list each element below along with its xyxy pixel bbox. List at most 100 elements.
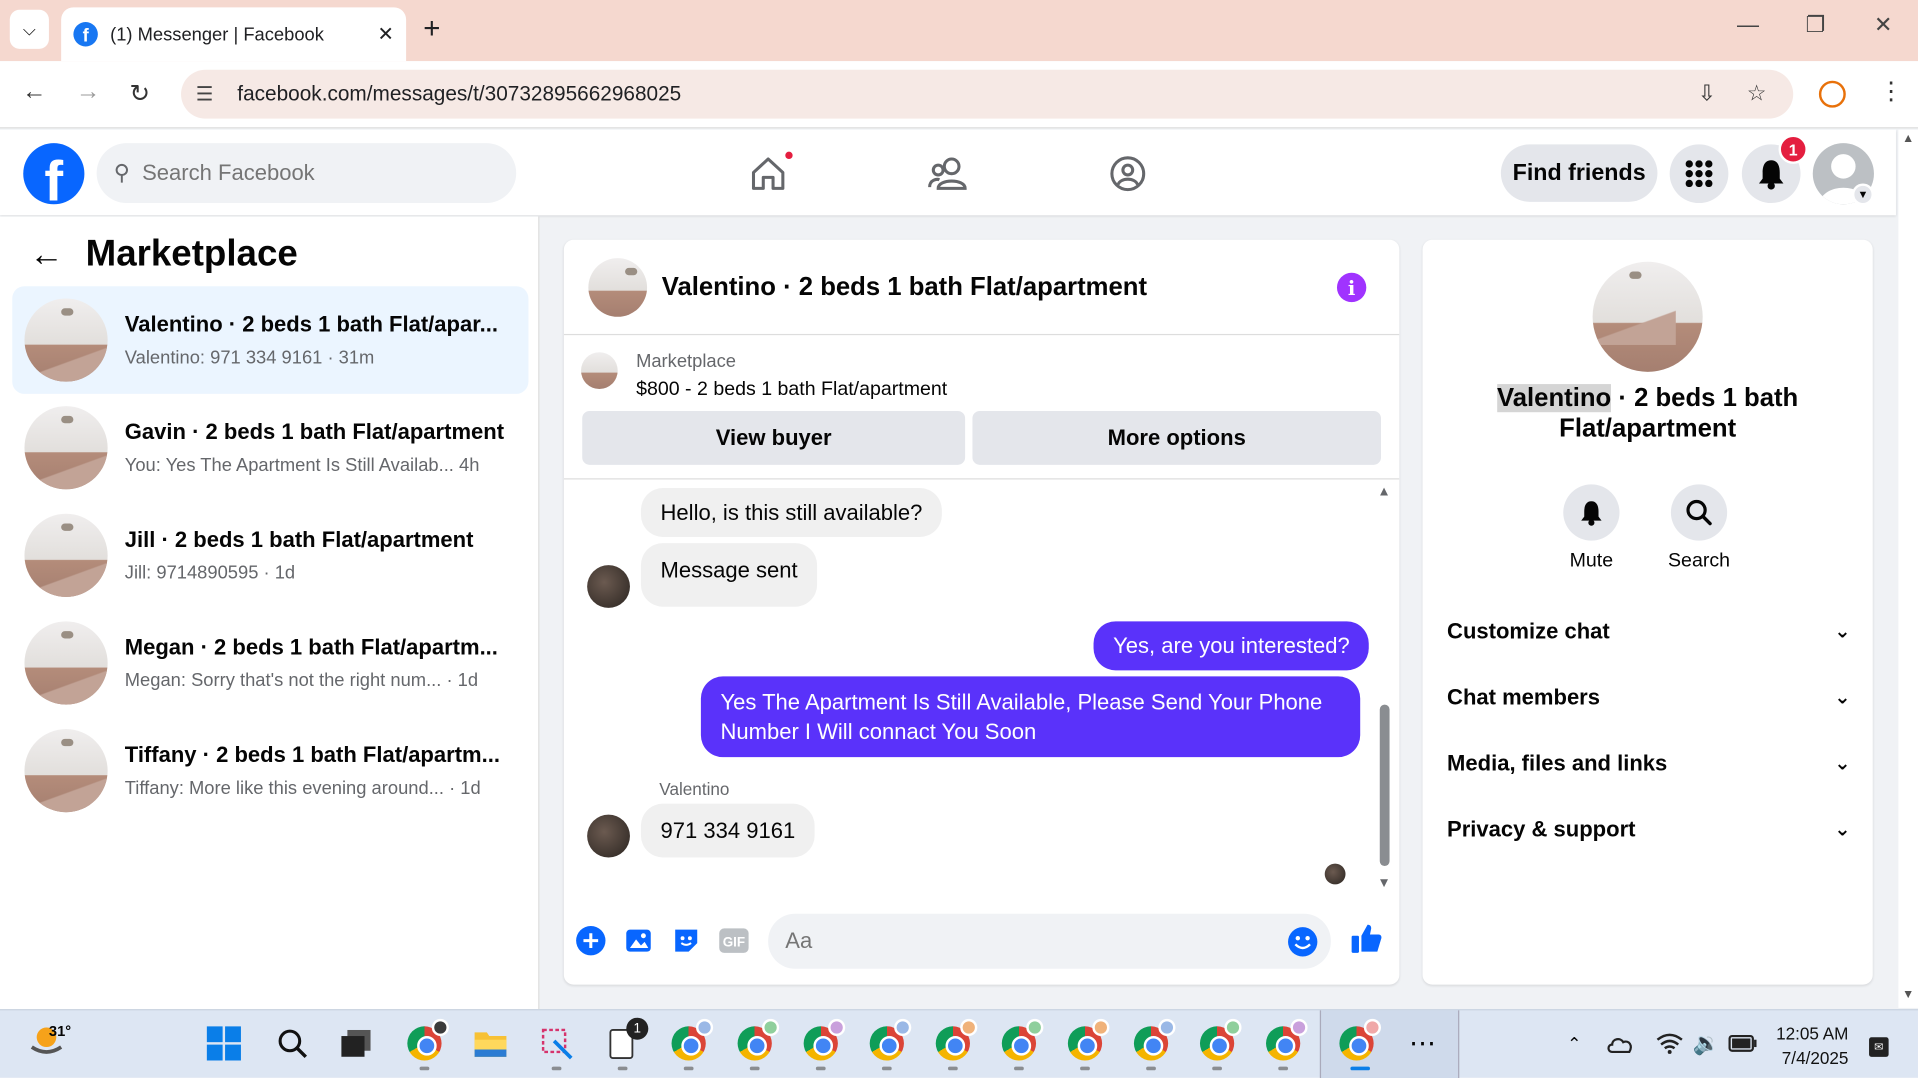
onedrive-cloud-icon[interactable] [1602, 1025, 1639, 1062]
incoming-message[interactable]: Message sent [640, 543, 818, 607]
notifications-button[interactable]: 1 [1741, 134, 1808, 204]
page-scrollbar[interactable]: ▲ ▼ [1898, 129, 1918, 1008]
search-conversation-icon[interactable] [1670, 484, 1728, 541]
gif-icon[interactable]: GIF [718, 925, 750, 957]
home-nav-icon[interactable] [746, 149, 796, 196]
taskbar-search-icon[interactable] [274, 1025, 311, 1062]
close-tab-icon[interactable]: ✕ [377, 22, 393, 46]
account-caret-icon[interactable]: ▼ [1851, 183, 1874, 206]
system-clock[interactable]: 12:05 AM 7/4/2025 [1776, 1021, 1848, 1070]
listing-small-thumbnail[interactable] [581, 352, 618, 389]
chrome-window-icon[interactable] [1133, 1018, 1176, 1062]
details-listing-photo[interactable] [1592, 261, 1703, 372]
tab-search-button[interactable]: ⌵ [9, 9, 49, 49]
customize-chat-section[interactable]: Customize chat ⌄ [1447, 613, 1851, 650]
chrome-window-icon[interactable] [1067, 1018, 1110, 1062]
thread-item-jill[interactable]: Jill · 2 beds 1 bath Flat/apartment Jill… [12, 502, 528, 610]
media-files-links-section[interactable]: Media, files and links ⌄ [1447, 745, 1851, 782]
page-scroll-down-icon[interactable]: ▼ [1902, 988, 1914, 1001]
facebook-logo-icon[interactable]: f [23, 143, 85, 205]
task-view-icon[interactable] [338, 1025, 375, 1062]
restore-icon[interactable]: ❐ [1805, 12, 1825, 38]
scroll-down-icon[interactable]: ▼ [1377, 876, 1390, 891]
sender-avatar[interactable] [587, 814, 630, 858]
minimize-icon[interactable]: — [1737, 12, 1759, 38]
info-icon[interactable]: i [1336, 272, 1367, 303]
incoming-message[interactable]: 971 334 9161 [640, 803, 815, 858]
thread-item-megan[interactable]: Megan · 2 beds 1 bath Flat/apartm... Meg… [12, 609, 528, 717]
message-composer: GIF [564, 908, 1399, 985]
chrome-window-icon[interactable] [736, 1018, 780, 1062]
omnibox[interactable]: ☰ facebook.com/messages/t/30732895662968… [181, 69, 1794, 119]
chrome-window-icon[interactable] [1265, 1018, 1308, 1062]
browser-tab[interactable]: f (1) Messenger | Facebook ✕ [61, 7, 407, 62]
mute-action[interactable]: Mute [1542, 484, 1640, 572]
plus-icon[interactable] [575, 925, 607, 957]
wifi-icon[interactable] [1651, 1025, 1688, 1062]
taskbar-chrome-icon[interactable] [406, 1018, 449, 1062]
search-input[interactable] [142, 160, 461, 186]
more-apps-icon[interactable]: ⋯ [1404, 1025, 1441, 1062]
outgoing-message[interactable]: Yes The Apartment Is Still Available, Pl… [700, 676, 1361, 758]
chat-title[interactable]: Valentino · 2 beds 1 bath Flat/apartment [662, 272, 1147, 301]
start-windows-icon[interactable] [205, 1025, 242, 1062]
running-indicator [1146, 1066, 1156, 1071]
page-scroll-up-icon[interactable]: ▲ [1902, 132, 1914, 145]
more-options-button[interactable]: More options [972, 410, 1381, 465]
chrome-window-icon[interactable] [1338, 1018, 1381, 1062]
privacy-support-section[interactable]: Privacy & support ⌄ [1447, 811, 1851, 848]
install-app-icon[interactable]: ⇩ [1698, 81, 1716, 107]
notepad-icon[interactable]: 1 [604, 1017, 649, 1062]
browser-menu-icon[interactable]: ⋮ [1879, 76, 1903, 107]
new-tab-button[interactable]: + [423, 12, 440, 46]
friends-nav-icon[interactable] [926, 152, 970, 196]
chat-scrollbar[interactable] [1379, 704, 1390, 867]
notification-center-icon[interactable]: ✉ [1869, 1037, 1889, 1057]
emoji-icon[interactable] [1287, 926, 1319, 964]
photo-icon[interactable] [623, 925, 655, 957]
bookmark-star-icon[interactable]: ☆ [1747, 81, 1767, 107]
chrome-window-icon[interactable] [1199, 1018, 1242, 1062]
like-thumb-icon[interactable] [1348, 920, 1385, 957]
running-indicator [749, 1066, 760, 1071]
thread-item-tiffany[interactable]: Tiffany · 2 beds 1 bath Flat/apartm... T… [12, 717, 528, 825]
chrome-window-icon[interactable] [670, 1018, 714, 1062]
volume-icon[interactable]: 🔉 [1688, 1025, 1725, 1062]
chat-members-section[interactable]: Chat members ⌄ [1447, 679, 1851, 716]
battery-icon[interactable] [1725, 1025, 1762, 1062]
profile-icon[interactable] [1818, 80, 1846, 108]
thread-item-gavin[interactable]: Gavin · 2 beds 1 bath Flat/apartment You… [12, 394, 528, 502]
listing-price[interactable]: $800 - 2 beds 1 bath Flat/apartment [636, 379, 947, 401]
sender-name: Valentino [659, 779, 730, 799]
show-hidden-icons-icon[interactable]: ⌃ [1556, 1025, 1593, 1062]
incoming-message[interactable]: Hello, is this still available? [640, 488, 942, 537]
chrome-window-icon[interactable] [868, 1018, 912, 1062]
file-explorer-icon[interactable] [472, 1025, 509, 1062]
message-input-box[interactable] [768, 913, 1331, 969]
search-action[interactable]: Search [1650, 484, 1748, 572]
back-icon[interactable]: ← [22, 78, 46, 106]
site-settings-icon[interactable]: ☰ [196, 82, 233, 106]
menu-grid-button[interactable] [1669, 144, 1729, 204]
scroll-up-icon[interactable]: ▲ [1377, 484, 1390, 499]
reload-icon[interactable]: ↻ [130, 78, 151, 109]
view-buyer-button[interactable]: View buyer [582, 410, 966, 465]
chrome-window-icon[interactable] [935, 1018, 978, 1062]
message-input[interactable] [785, 928, 1251, 955]
forward-icon[interactable]: → [76, 78, 100, 106]
back-arrow-icon[interactable]: ← [29, 235, 63, 274]
facebook-search[interactable]: ⚲ [96, 143, 517, 204]
weather-widget[interactable]: 31° [27, 1023, 71, 1066]
outgoing-message[interactable]: Yes, are you interested? [1093, 621, 1370, 671]
sticker-icon[interactable] [670, 925, 702, 957]
mute-bell-icon[interactable] [1563, 484, 1620, 541]
snipping-tool-icon[interactable] [538, 1025, 575, 1062]
thread-item-valentino[interactable]: Valentino · 2 beds 1 bath Flat/apar... V… [12, 286, 529, 394]
find-friends-button[interactable]: Find friends [1500, 144, 1658, 202]
chat-listing-thumbnail[interactable] [588, 257, 648, 317]
chrome-window-icon[interactable] [802, 1018, 846, 1062]
chrome-window-icon[interactable] [1001, 1018, 1044, 1062]
sender-avatar[interactable] [587, 565, 630, 608]
close-window-icon[interactable]: ✕ [1874, 12, 1892, 38]
groups-nav-icon[interactable] [1106, 152, 1150, 196]
